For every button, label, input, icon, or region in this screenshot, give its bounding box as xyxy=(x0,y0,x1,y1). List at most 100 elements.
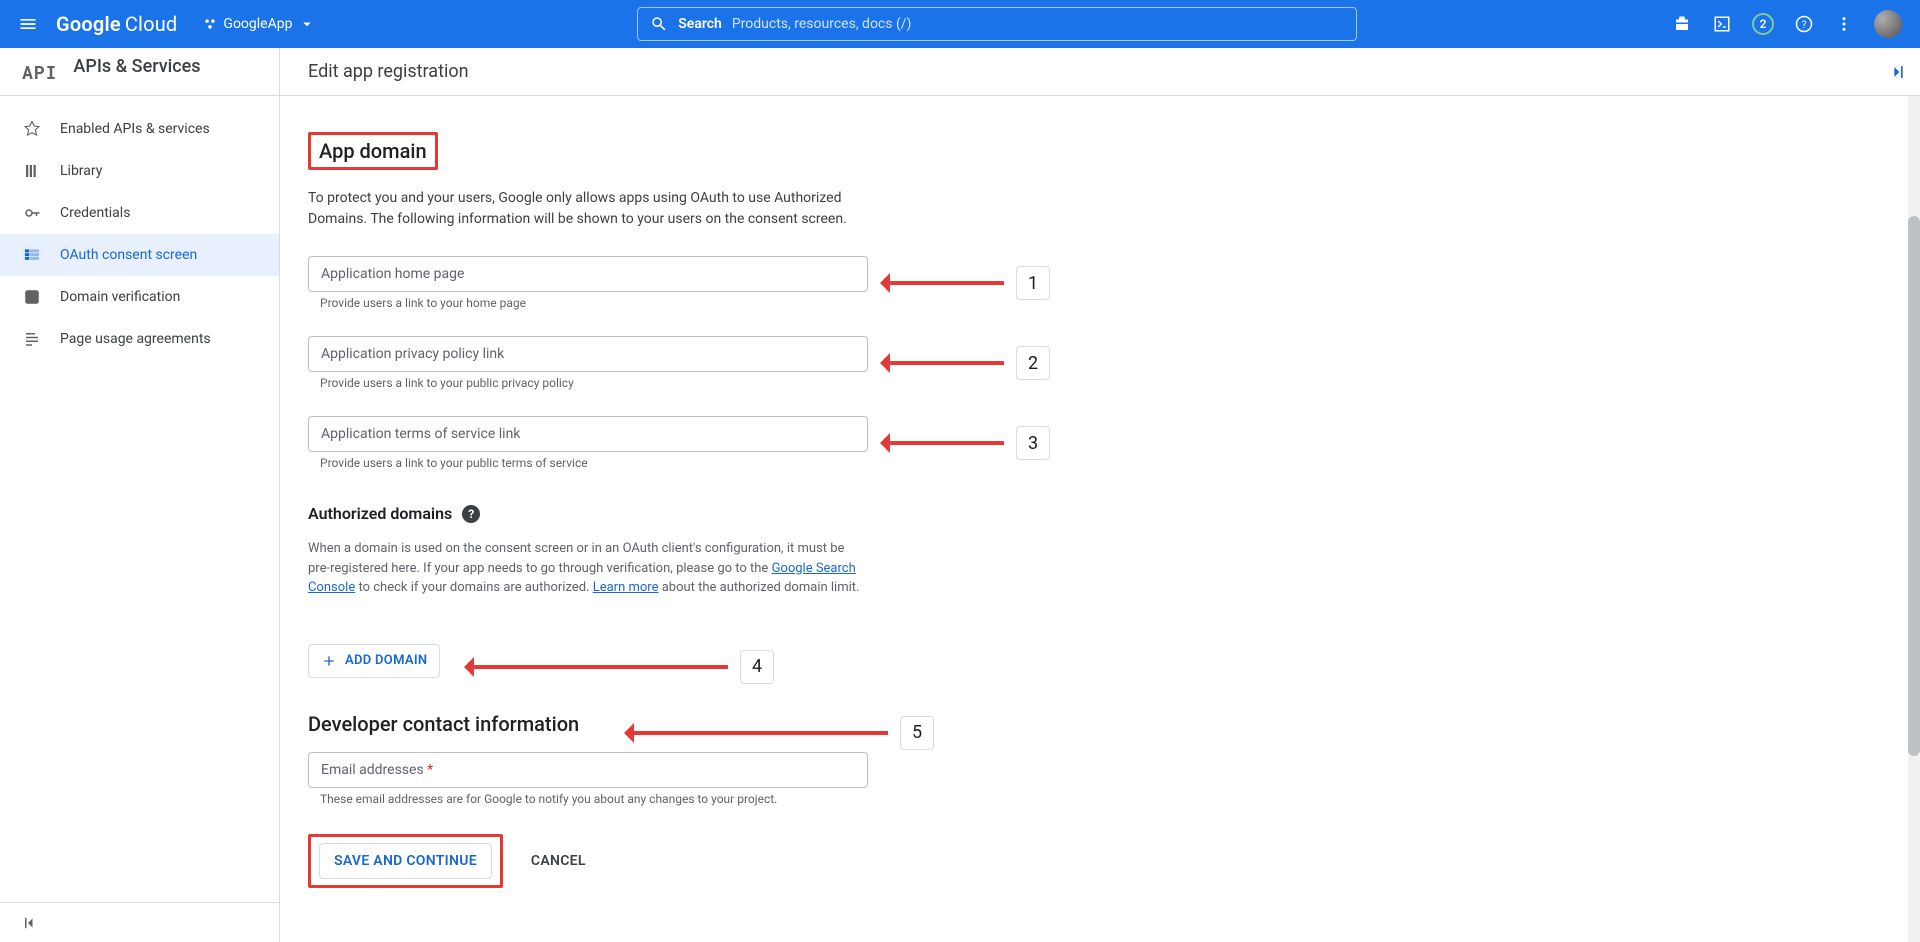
arrow-icon xyxy=(468,665,728,669)
home-page-placeholder: Application home page xyxy=(321,266,464,282)
nav-menu-button[interactable] xyxy=(12,8,44,40)
field-privacy-link: Application privacy policy link Provide … xyxy=(308,336,1892,390)
page-title: Edit app registration xyxy=(280,48,1920,96)
cancel-button[interactable]: CANCEL xyxy=(531,853,586,869)
global-search[interactable]: Search Products, resources, docs (/) xyxy=(637,7,1357,41)
left-nav-title: APIs & Services xyxy=(73,56,200,77)
field-home-page: Application home page Provide users a li… xyxy=(308,256,1892,310)
nav-domain-verification[interactable]: Domain verification xyxy=(0,276,279,318)
cloud-shell-icon[interactable] xyxy=(1712,14,1732,34)
search-placeholder: Products, resources, docs (/) xyxy=(732,16,912,32)
callout-number: 3 xyxy=(1016,426,1050,460)
field-email: Email addresses * These email addresses … xyxy=(308,752,1892,806)
project-icon xyxy=(203,17,217,31)
callout-4: 4 xyxy=(468,650,774,684)
top-app-bar: Google Cloud GoogleApp Search Products, … xyxy=(0,0,1920,48)
add-domain-row: ADD DOMAIN 4 xyxy=(308,624,1892,678)
dev-contact-title-row: Developer contact information 5 xyxy=(308,712,1892,736)
topbar-right-controls: 2 ? xyxy=(1672,10,1908,38)
tos-link-input[interactable]: Application terms of service link xyxy=(308,416,868,452)
notifications-badge[interactable]: 2 xyxy=(1752,13,1774,35)
arrow-icon xyxy=(628,731,888,735)
field-tos-link: Application terms of service link Provid… xyxy=(308,416,1892,470)
callout-3: 3 xyxy=(884,426,1050,460)
privacy-link-hint: Provide users a link to your public priv… xyxy=(320,376,1892,390)
auth-body-mid: to check if your domains are authorized. xyxy=(355,580,592,595)
nav-oauth-consent[interactable]: OAuth consent screen xyxy=(0,234,279,276)
privacy-link-input[interactable]: Application privacy policy link xyxy=(308,336,868,372)
tos-link-placeholder: Application terms of service link xyxy=(321,426,520,442)
callout-number: 2 xyxy=(1016,346,1050,380)
project-name: GoogleApp xyxy=(223,16,292,32)
add-domain-button[interactable]: ADD DOMAIN xyxy=(308,644,440,678)
auth-body-pre: When a domain is used on the consent scr… xyxy=(308,541,844,576)
page-usage-icon xyxy=(22,329,42,349)
authorized-domains-body: When a domain is used on the consent scr… xyxy=(308,539,868,598)
scrollbar-thumb[interactable] xyxy=(1908,216,1920,756)
arrow-icon xyxy=(884,441,1004,445)
page-body: API APIs & Services Enabled APIs & servi… xyxy=(0,48,1920,942)
callout-number: 1 xyxy=(1016,266,1050,300)
account-avatar[interactable] xyxy=(1874,10,1902,38)
right-panel-toggle[interactable] xyxy=(1882,58,1910,86)
collapse-left-icon xyxy=(22,914,40,932)
main-pane: Edit app registration App domain To prot… xyxy=(280,48,1920,942)
callout-1: 1 xyxy=(884,266,1050,300)
dropdown-caret-icon xyxy=(298,15,316,33)
more-menu-icon[interactable] xyxy=(1834,14,1854,34)
help-icon[interactable]: ? xyxy=(1794,14,1814,34)
email-input[interactable]: Email addresses * xyxy=(308,752,868,788)
action-row: SAVE AND CONTINUE CANCEL xyxy=(308,834,1892,888)
hamburger-icon xyxy=(18,14,38,34)
notifications-count: 2 xyxy=(1760,17,1767,31)
nav-credentials[interactable]: Credentials xyxy=(0,192,279,234)
enabled-apis-icon xyxy=(22,119,42,139)
email-placeholder: Email addresses * xyxy=(321,762,433,778)
arrow-icon xyxy=(884,361,1004,365)
callout-number: 5 xyxy=(900,716,934,750)
collapse-right-icon xyxy=(1886,62,1906,82)
page-title-text: Edit app registration xyxy=(308,61,469,82)
main-scrollbar[interactable] xyxy=(1908,96,1920,942)
nav-page-usage-agreements[interactable]: Page usage agreements xyxy=(0,318,279,360)
project-picker[interactable]: GoogleApp xyxy=(197,11,322,37)
nav-items: Enabled APIs & services Library Credenti… xyxy=(0,96,279,902)
plus-icon xyxy=(321,653,337,669)
save-highlight: SAVE AND CONTINUE xyxy=(308,834,503,888)
help-icon[interactable]: ? xyxy=(462,505,480,523)
nav-enabled-apis[interactable]: Enabled APIs & services xyxy=(0,108,279,150)
callout-number: 4 xyxy=(740,650,774,684)
nav-label: OAuth consent screen xyxy=(60,247,197,263)
library-icon xyxy=(22,161,42,181)
search-wrap: Search Products, resources, docs (/) xyxy=(330,7,1664,41)
save-and-continue-button[interactable]: SAVE AND CONTINUE xyxy=(319,843,492,879)
credentials-icon xyxy=(22,203,42,223)
free-trial-icon[interactable] xyxy=(1672,14,1692,34)
svg-text:?: ? xyxy=(1802,20,1807,31)
cloud-word: Cloud xyxy=(125,12,178,36)
left-nav-header[interactable]: API APIs & Services xyxy=(0,48,279,96)
authorized-domains-text: Authorized domains xyxy=(308,504,452,523)
search-label: Search xyxy=(678,16,722,32)
add-domain-label: ADD DOMAIN xyxy=(345,653,427,668)
home-page-input[interactable]: Application home page xyxy=(308,256,868,292)
google-cloud-logo[interactable]: Google Cloud xyxy=(56,12,177,36)
app-domain-help: To protect you and your users, Google on… xyxy=(308,188,868,230)
dev-contact-title: Developer contact information xyxy=(308,712,579,736)
learn-more-link[interactable]: Learn more xyxy=(593,580,659,595)
privacy-link-placeholder: Application privacy policy link xyxy=(321,346,504,362)
google-word: Google xyxy=(56,12,121,36)
tos-link-hint: Provide users a link to your public term… xyxy=(320,456,1892,470)
nav-library[interactable]: Library xyxy=(0,150,279,192)
authorized-domains-title: Authorized domains ? xyxy=(308,504,1892,523)
nav-label: Library xyxy=(60,163,102,179)
left-nav-collapse[interactable] xyxy=(0,902,279,942)
home-page-hint: Provide users a link to your home page xyxy=(320,296,1892,310)
nav-label: Domain verification xyxy=(60,289,180,305)
auth-body-post: about the authorized domain limit. xyxy=(658,580,859,595)
api-logo: API xyxy=(22,60,57,84)
nav-label: Credentials xyxy=(60,205,130,221)
app-domain-title: App domain xyxy=(308,132,438,170)
content: App domain To protect you and your users… xyxy=(280,96,1920,928)
left-nav: API APIs & Services Enabled APIs & servi… xyxy=(0,48,280,942)
